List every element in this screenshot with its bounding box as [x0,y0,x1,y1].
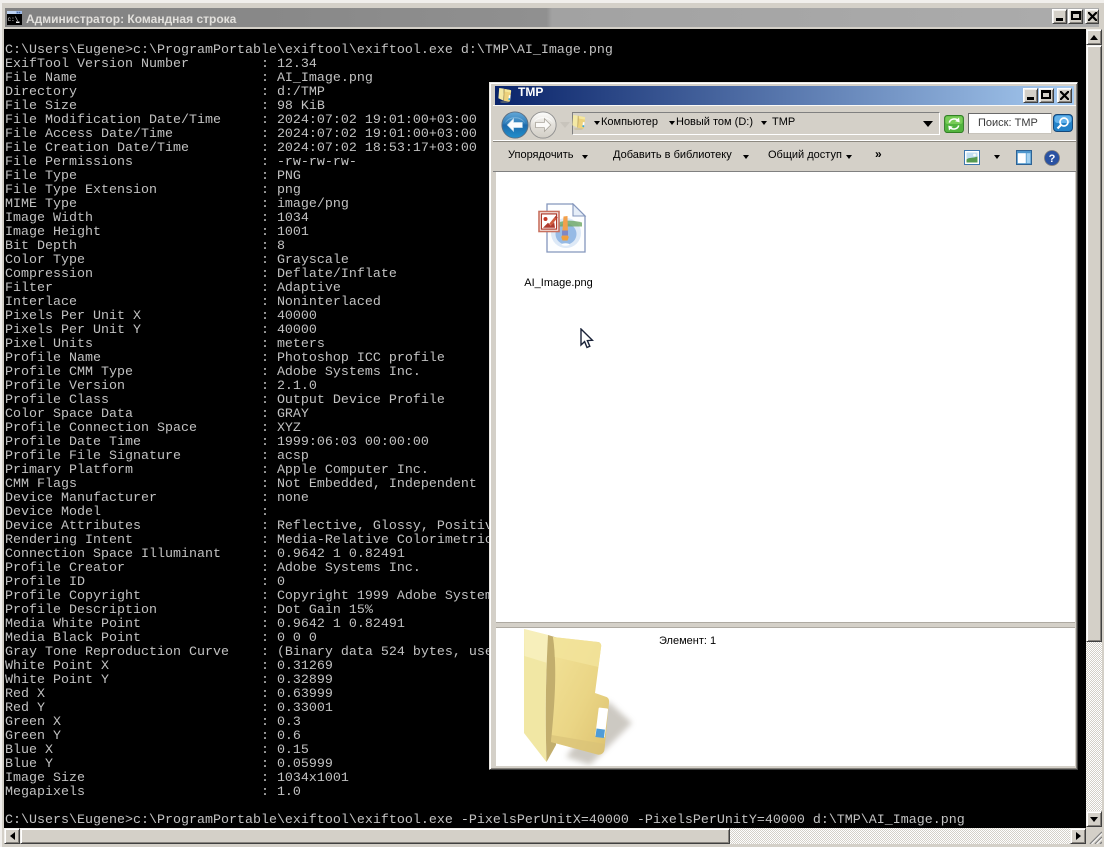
svg-text:?: ? [1049,153,1056,165]
